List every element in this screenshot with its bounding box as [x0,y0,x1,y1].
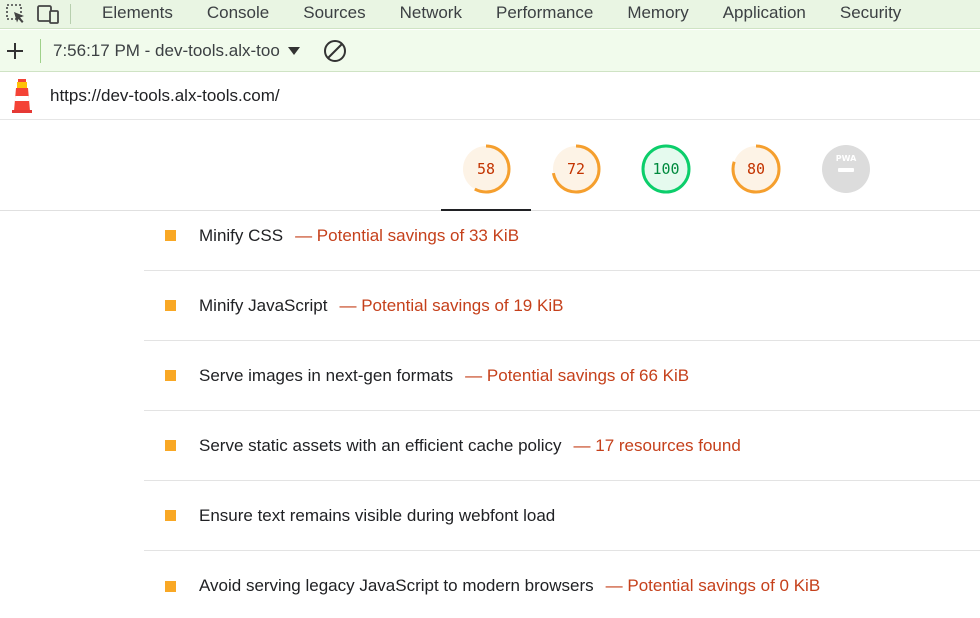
device-toolbar-icon[interactable] [32,0,64,29]
pwa-dash-icon [838,168,854,172]
average-marker-icon [165,370,176,381]
lighthouse-toolbar: 7:56:17 PM - dev-tools.alx-too [0,30,980,72]
average-marker-icon [165,440,176,451]
clear-reports-button[interactable] [322,38,348,64]
tab-elements[interactable]: Elements [85,0,190,29]
report-url-bar: https://dev-tools.alx-tools.com/ [0,73,980,120]
gauge-score: 58 [476,160,496,178]
gauge-pwa[interactable]: PWA [819,142,873,196]
gauge-performance[interactable]: 58 [459,142,513,196]
lighthouse-logo-icon [0,73,44,120]
dropdown-arrow-icon [287,46,300,55]
tab-performance[interactable]: Performance [479,0,610,29]
toolbar-separator [40,38,41,63]
audit-detail: — 17 resources found [573,435,741,455]
audit-detail: — Potential savings of 66 KiB [465,365,690,385]
score-gauges: 58 72 100 80 PWA [0,121,980,211]
audit-list: Minify CSS — Potential savings of 33 KiB… [144,201,980,618]
gauge-accessibility[interactable]: 72 [549,142,603,196]
audit-item[interactable]: Minify JavaScript — Potential savings of… [144,271,980,341]
audit-item[interactable]: Serve images in next-gen formats — Poten… [144,341,980,411]
tab-console[interactable]: Console [190,0,286,29]
report-selector-label: 7:56:17 PM - dev-tools.alx-too [53,40,280,60]
audit-title: Avoid serving legacy JavaScript to moder… [199,576,594,595]
audit-title: Serve static assets with an efficient ca… [199,435,562,455]
audit-detail: — Potential savings of 19 KiB [339,295,564,315]
average-marker-icon [165,300,176,311]
audit-item[interactable]: Minify CSS — Potential savings of 33 KiB [144,201,980,271]
tab-security[interactable]: Security [823,0,918,29]
tab-bar-separator [70,4,71,24]
plus-icon [7,42,23,59]
tab-network[interactable]: Network [383,0,479,29]
gauge-seo[interactable]: 80 [729,142,783,196]
audit-title: Ensure text remains visible during webfo… [199,505,556,525]
report-selector[interactable]: 7:56:17 PM - dev-tools.alx-too [53,41,300,61]
gauge-label: PWA [835,154,857,163]
average-marker-icon [165,510,176,521]
new-report-button[interactable] [0,30,30,72]
audit-title: Minify CSS [199,225,284,245]
audit-item[interactable]: Serve static assets with an efficient ca… [144,411,980,481]
audit-title: Serve images in next-gen formats [199,365,454,385]
block-icon [323,39,346,62]
audit-item[interactable]: Avoid serving legacy JavaScript to moder… [144,551,980,618]
gauge-score: 72 [566,160,586,178]
average-marker-icon [165,230,176,241]
tab-memory[interactable]: Memory [610,0,705,29]
gauge-score: 80 [746,160,766,178]
average-marker-icon [165,580,176,592]
audit-title: Minify JavaScript [199,295,328,315]
gauge-best-practices[interactable]: 100 [639,142,693,196]
inspect-element-icon[interactable] [0,0,32,29]
devtools-tab-bar: Elements Console Sources Network Perform… [0,0,980,29]
gauge-score: 100 [652,160,680,178]
audit-detail: — Potential savings of 33 KiB [295,225,520,245]
gauge-ring [822,145,870,193]
report-url[interactable]: https://dev-tools.alx-tools.com/ [50,86,280,106]
tab-sources[interactable]: Sources [286,0,382,29]
audit-detail: — Potential savings of 0 KiB [605,576,821,595]
audit-item[interactable]: Ensure text remains visible during webfo… [144,481,980,551]
tab-application[interactable]: Application [706,0,823,29]
